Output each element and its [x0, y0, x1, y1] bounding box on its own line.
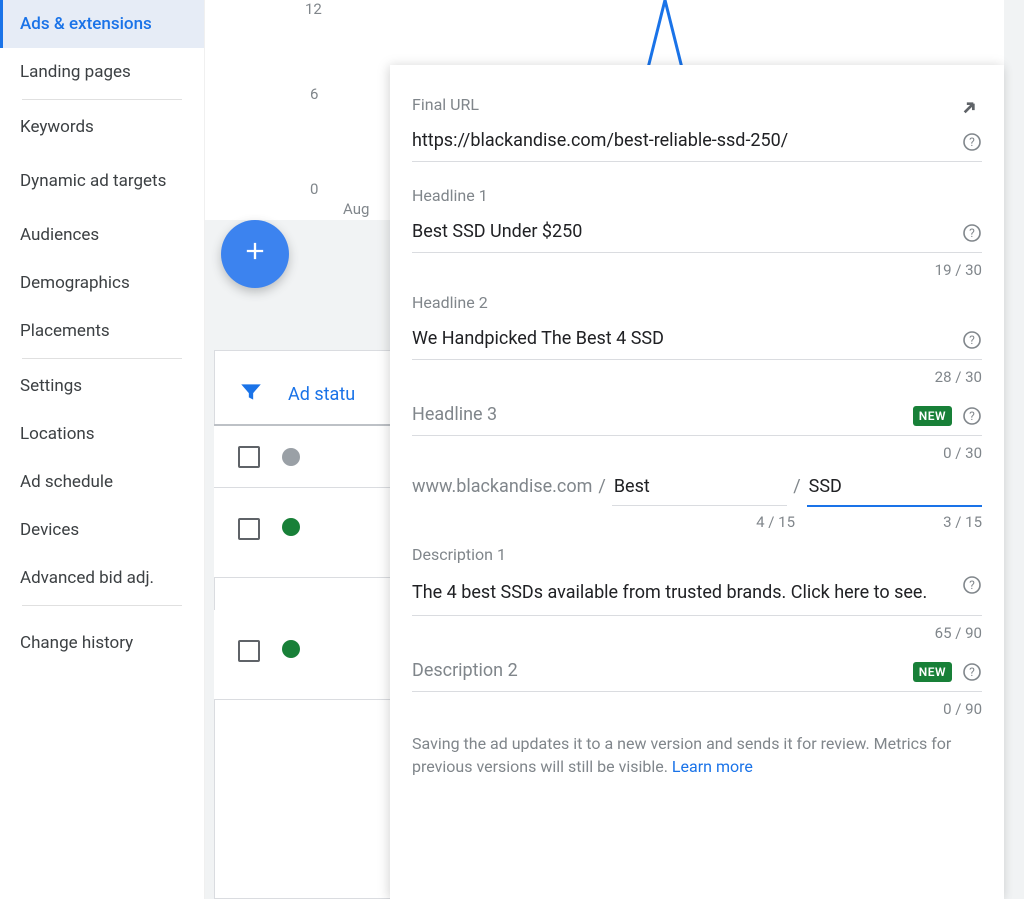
add-button[interactable] — [221, 220, 289, 288]
sidebar-item-keywords[interactable]: Keywords — [0, 103, 204, 151]
plus-icon — [241, 235, 269, 273]
sidebar-item-settings[interactable]: Settings — [0, 362, 204, 410]
y-tick-0: 0 — [310, 180, 318, 198]
sidebar-label: Advanced bid adj. — [20, 568, 154, 588]
headline2-label: Headline 2 — [412, 293, 982, 312]
row-checkbox[interactable] — [238, 518, 260, 540]
sidebar-item-devices[interactable]: Devices — [0, 506, 204, 554]
status-dot-icon — [282, 448, 300, 466]
status-dot-icon — [282, 640, 300, 658]
table-filter-row: Ad statu — [214, 366, 355, 422]
description2-counter: 0 / 90 — [412, 700, 982, 718]
description1-field: Description 1 The 4 best SSDs available … — [412, 545, 982, 616]
headline1-field: Headline 1 Best SSD Under $250 ? — [412, 186, 982, 253]
y-tick-12: 12 — [305, 0, 322, 18]
table-header-row — [214, 424, 394, 488]
display-domain: www.blackandise.com — [412, 476, 592, 497]
svg-text:?: ? — [969, 409, 975, 423]
description2-field: Description 2 NEW ? — [412, 656, 982, 692]
sidebar-label: Ads & extensions — [20, 14, 152, 34]
final-url-label: Final URL — [412, 95, 982, 114]
svg-text:?: ? — [969, 226, 975, 240]
table-row[interactable] — [214, 488, 394, 578]
headline1-input[interactable]: Best SSD Under $250 — [412, 217, 982, 253]
help-icon[interactable]: ? — [962, 662, 982, 682]
filter-icon[interactable] — [238, 379, 264, 409]
sidebar-item-demographics[interactable]: Demographics — [0, 259, 204, 307]
sidebar-item-ads-extensions[interactable]: Ads & extensions — [0, 0, 204, 48]
description1-counter: 65 / 90 — [412, 624, 982, 642]
path1-input[interactable]: Best — [612, 476, 787, 506]
sidebar-label: Audiences — [20, 225, 99, 245]
sidebar-item-change-history[interactable]: Change history — [0, 619, 204, 667]
headline3-field: Headline 3 NEW ? — [412, 400, 982, 436]
description2-input[interactable]: Description 2 — [412, 656, 982, 692]
headline2-input[interactable]: We Handpicked The Best 4 SSD — [412, 324, 982, 360]
sidebar: Ads & extensions Landing pages Keywords … — [0, 0, 205, 899]
ad-editor-panel: Final URL https://blackandise.com/best-r… — [390, 65, 1004, 899]
path1-counter: 4 / 15 — [638, 513, 795, 531]
sidebar-label: Landing pages — [20, 62, 131, 82]
display-path-row: www.blackandise.com / Best / SSD — [412, 476, 982, 507]
save-ad-note: Saving the ad updates it to a new versio… — [412, 732, 982, 778]
select-all-checkbox[interactable] — [238, 446, 260, 468]
row-checkbox[interactable] — [238, 640, 260, 662]
sidebar-item-audiences[interactable]: Audiences — [0, 211, 204, 259]
help-icon[interactable]: ? — [962, 406, 982, 426]
sidebar-separator — [22, 99, 182, 100]
svg-text:?: ? — [969, 665, 975, 679]
headline3-counter: 0 / 30 — [412, 444, 982, 462]
headline1-label: Headline 1 — [412, 186, 982, 205]
help-icon[interactable]: ? — [962, 223, 982, 243]
path-slash: / — [598, 476, 605, 497]
help-icon[interactable]: ? — [962, 330, 982, 350]
x-tick-aug: Aug — [343, 200, 369, 218]
sidebar-item-landing-pages[interactable]: Landing pages — [0, 48, 204, 96]
help-icon[interactable]: ? — [962, 132, 982, 152]
path-counters: 4 / 15 3 / 15 — [412, 513, 982, 531]
svg-text:?: ? — [969, 135, 975, 149]
svg-text:?: ? — [969, 333, 975, 347]
path2-counter: 3 / 15 — [825, 513, 982, 531]
path-slash: / — [793, 476, 800, 497]
sidebar-label: Placements — [20, 321, 110, 341]
filter-status-label[interactable]: Ad statu — [288, 384, 355, 405]
y-tick-6: 6 — [310, 85, 318, 103]
path2-input[interactable]: SSD — [807, 476, 982, 507]
sidebar-label: Settings — [20, 376, 82, 396]
sidebar-label: Keywords — [20, 117, 94, 137]
svg-text:?: ? — [969, 578, 975, 592]
sidebar-item-ad-schedule[interactable]: Ad schedule — [0, 458, 204, 506]
description1-label: Description 1 — [412, 545, 982, 564]
sidebar-separator — [22, 358, 182, 359]
sidebar-label: Dynamic ad targets — [20, 170, 166, 192]
learn-more-link[interactable]: Learn more — [672, 757, 753, 776]
description1-input[interactable]: The 4 best SSDs available from trusted b… — [412, 576, 982, 616]
final-url-field: Final URL https://blackandise.com/best-r… — [412, 95, 982, 162]
sidebar-label: Demographics — [20, 273, 130, 293]
sidebar-label: Devices — [20, 520, 79, 540]
sidebar-label: Locations — [20, 424, 95, 444]
sidebar-separator — [22, 605, 182, 606]
table-row[interactable] — [214, 610, 394, 700]
new-badge: NEW — [913, 406, 952, 426]
sidebar-item-placements[interactable]: Placements — [0, 307, 204, 355]
final-url-input[interactable]: https://blackandise.com/best-reliable-ss… — [412, 126, 982, 162]
headline1-counter: 19 / 30 — [412, 261, 982, 279]
sidebar-item-dynamic-ad-targets[interactable]: Dynamic ad targets — [0, 151, 204, 211]
sidebar-label: Ad schedule — [20, 472, 113, 492]
sidebar-item-locations[interactable]: Locations — [0, 410, 204, 458]
new-badge: NEW — [913, 662, 952, 682]
sidebar-label: Change history — [20, 633, 133, 653]
headline3-input[interactable]: Headline 3 — [412, 400, 982, 436]
status-dot-icon — [282, 518, 300, 536]
headline2-counter: 28 / 30 — [412, 368, 982, 386]
sidebar-item-advanced-bid-adj[interactable]: Advanced bid adj. — [0, 554, 204, 602]
headline2-field: Headline 2 We Handpicked The Best 4 SSD … — [412, 293, 982, 360]
help-icon[interactable]: ? — [962, 575, 982, 595]
